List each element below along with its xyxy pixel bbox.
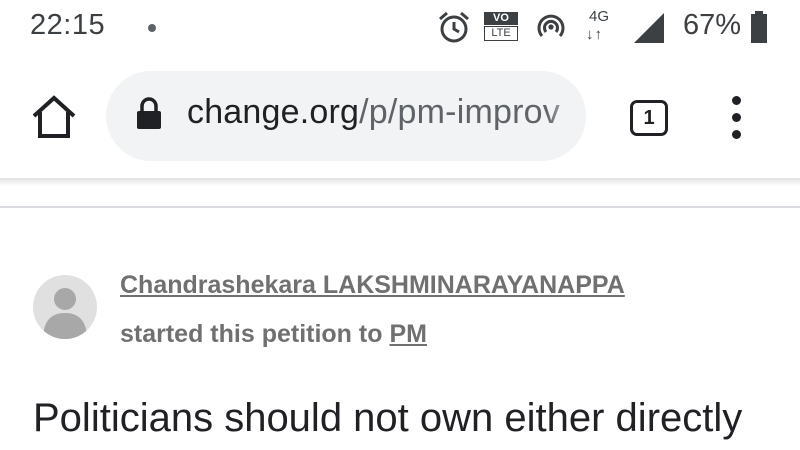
tab-count: 1 xyxy=(643,107,655,129)
battery-icon xyxy=(750,10,768,49)
lock-icon xyxy=(136,97,162,136)
network-type-label: 4G xyxy=(589,8,610,25)
network-type-icon: 4G ↓↑ xyxy=(584,8,618,44)
starter-name-link[interactable]: Chandrashekara LAKSHMINARAYANAPPA xyxy=(120,271,625,300)
started-text: started this petition to xyxy=(120,320,390,348)
network-activity-arrows: ↓↑ xyxy=(586,26,603,43)
avatar-placeholder-icon xyxy=(43,288,87,339)
section-divider xyxy=(0,206,800,208)
volte-lte-label: LTE xyxy=(484,26,518,41)
alarm-icon xyxy=(438,10,470,49)
hotspot-icon xyxy=(535,10,567,49)
petition-title: Politicians should not own either direct… xyxy=(33,396,743,440)
signal-icon xyxy=(630,11,666,50)
url-fade xyxy=(546,71,586,161)
status-bar: 22:15 VO LTE 4G ↓↑ 67% xyxy=(0,0,800,58)
url-text[interactable]: change.org/p/pm-improv xyxy=(187,93,560,132)
url-path: /p/pm-improv xyxy=(359,93,560,131)
volte-vo-label: VO xyxy=(484,12,518,25)
url-bar[interactable]: change.org/p/pm-improv xyxy=(106,71,586,161)
home-button[interactable] xyxy=(28,92,80,144)
started-petition-line: started this petition to PM xyxy=(120,320,427,349)
volte-icon: VO LTE xyxy=(481,12,521,42)
home-icon xyxy=(32,95,76,138)
avatar[interactable] xyxy=(33,275,97,339)
petition-target-link[interactable]: PM xyxy=(389,320,427,348)
more-vert-icon[interactable] xyxy=(722,96,752,140)
toolbar-shadow xyxy=(0,178,800,186)
browser-toolbar: change.org/p/pm-improv 1 xyxy=(0,58,800,178)
status-time: 22:15 xyxy=(30,9,106,41)
url-domain: change.org xyxy=(187,93,360,131)
battery-percent: 67% xyxy=(683,9,742,41)
tab-switcher-button[interactable]: 1 xyxy=(630,100,668,136)
notification-dot-icon xyxy=(148,24,156,32)
